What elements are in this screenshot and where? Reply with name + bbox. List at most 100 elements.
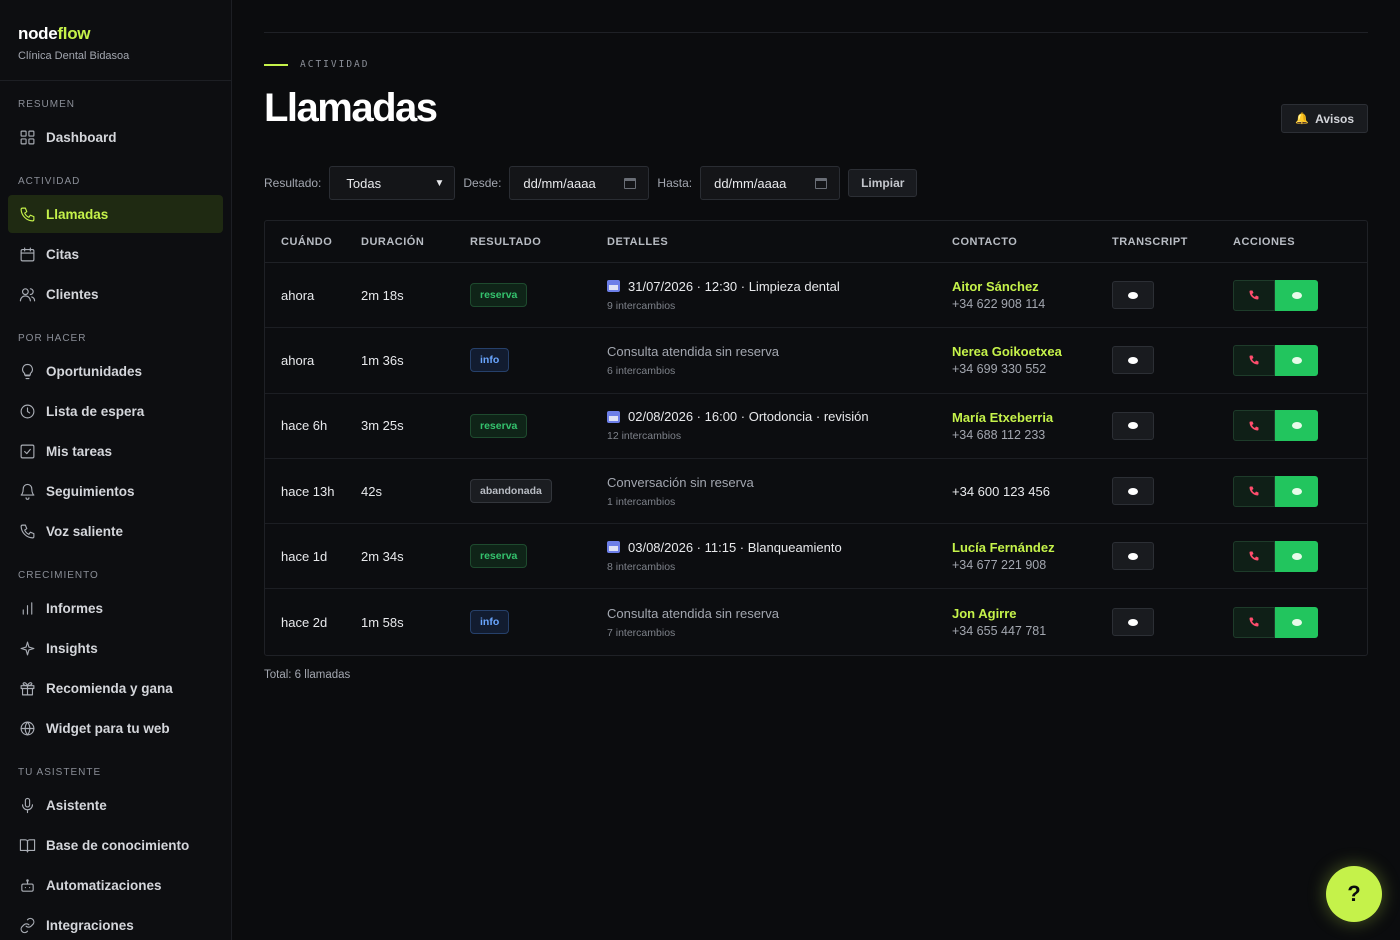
- calls-table: CUÁNDO DURACIÓN RESULTADO DETALLES CONTA…: [264, 220, 1368, 656]
- table-row[interactable]: hace 1d 2m 34s reserva 03/08/2026 · 11:1…: [265, 524, 1367, 590]
- nav-section-heading: ACTIVIDAD: [18, 176, 81, 187]
- transcript-button[interactable]: [1112, 608, 1154, 637]
- contact-name[interactable]: Nerea Goikoetxea: [952, 344, 1112, 359]
- whatsapp-button[interactable]: [1275, 606, 1318, 638]
- contact-phone: +34 600 123 456: [952, 483, 1050, 499]
- table-row[interactable]: hace 13h 42s abandonada Conversación sin…: [265, 459, 1367, 525]
- sidebar-item-label: Clientes: [46, 286, 99, 302]
- whatsapp-button[interactable]: [1275, 344, 1318, 376]
- transcript-button[interactable]: [1112, 542, 1154, 571]
- call-button[interactable]: [1233, 475, 1275, 507]
- sidebar-item-clientes[interactable]: Clientes: [8, 275, 223, 313]
- transcript-button[interactable]: [1112, 281, 1154, 310]
- calendar-icon: [18, 245, 36, 263]
- nav-section-heading: CRECIMIENTO: [18, 570, 99, 581]
- sidebar-item-insights[interactable]: Insights: [8, 629, 223, 667]
- brand-logo[interactable]: nodeflow: [18, 24, 213, 44]
- call-duration: 2m 34s: [361, 548, 404, 564]
- sidebar-item-label: Automatizaciones: [46, 877, 162, 893]
- bar-chart-icon: [18, 599, 36, 617]
- call-button[interactable]: [1233, 606, 1275, 638]
- resultado-label: Resultado:: [264, 176, 322, 190]
- call-button[interactable]: [1233, 410, 1275, 442]
- sidebar-item-oportunidades[interactable]: Oportunidades: [8, 352, 223, 390]
- result-badge: abandonada: [470, 479, 552, 504]
- result-badge: reserva: [470, 413, 528, 438]
- chat-bubble-icon: [1128, 291, 1138, 299]
- desde-date-input[interactable]: dd/mm/aaaa: [509, 166, 650, 200]
- avisos-button[interactable]: 🔔 Avisos: [1281, 104, 1368, 133]
- lightbulb-icon: [18, 362, 36, 380]
- desde-label: Desde:: [463, 176, 502, 190]
- sidebar-item-lista-de-espera[interactable]: Lista de espera: [8, 392, 223, 430]
- call-detail-text: 31/07/2026 · 12:30 · Limpieza dental: [628, 278, 840, 294]
- contact-name[interactable]: María Etxeberria: [952, 410, 1112, 425]
- transcript-button[interactable]: [1112, 346, 1154, 375]
- sidebar-item-recomienda-y-gana[interactable]: Recomienda y gana: [8, 669, 223, 707]
- call-duration: 1m 58s: [361, 614, 404, 630]
- table-row[interactable]: hace 6h 3m 25s reserva 02/08/2026 · 16:0…: [265, 394, 1367, 459]
- row-actions: [1233, 540, 1351, 572]
- whatsapp-button[interactable]: [1275, 279, 1318, 311]
- phone-icon: [1249, 421, 1259, 431]
- sidebar-item-llamadas[interactable]: Llamadas: [8, 195, 223, 233]
- call-when: ahora: [281, 352, 315, 368]
- chat-bubble-icon: [1128, 356, 1138, 364]
- chat-bubble-icon: [1291, 291, 1302, 299]
- sidebar-item-widget-para-tu-web[interactable]: Widget para tu web: [8, 709, 223, 747]
- column-header-actions: ACCIONES: [1233, 235, 1296, 248]
- calendar-icon: [607, 541, 620, 554]
- sidebar-item-integraciones[interactable]: Integraciones: [8, 906, 223, 940]
- call-when: hace 2d: [281, 614, 328, 630]
- hasta-placeholder: dd/mm/aaaa: [714, 175, 787, 191]
- sidebar-item-citas[interactable]: Citas: [8, 235, 223, 273]
- resultado-select[interactable]: Todas ▼: [329, 166, 456, 200]
- hasta-date-input[interactable]: dd/mm/aaaa: [700, 166, 841, 200]
- globe-icon: [18, 719, 36, 737]
- users-icon: [18, 285, 36, 303]
- sidebar-item-dashboard[interactable]: Dashboard: [8, 118, 223, 156]
- table-row[interactable]: hace 2d 1m 58s info Consulta atendida si…: [265, 589, 1367, 654]
- exchanges-count: 1 intercambios: [607, 495, 676, 508]
- contact-name[interactable]: Lucía Fernández: [952, 540, 1112, 555]
- sidebar-item-base-de-conocimiento[interactable]: Base de conocimiento: [8, 826, 223, 864]
- sidebar-item-voz-saliente[interactable]: Voz saliente: [8, 512, 223, 550]
- sidebar-item-label: Lista de espera: [46, 403, 145, 419]
- call-button[interactable]: [1233, 279, 1275, 311]
- sidebar-item-label: Recomienda y gana: [46, 680, 173, 696]
- whatsapp-button[interactable]: [1275, 540, 1318, 572]
- chat-bubble-icon: [1291, 356, 1302, 364]
- sidebar-item-informes[interactable]: Informes: [8, 589, 223, 627]
- sidebar-item-label: Base de conocimiento: [46, 837, 190, 853]
- call-detail-text: Consulta atendida sin reserva: [607, 343, 779, 359]
- calendar-icon[interactable]: [624, 177, 637, 189]
- clear-filters-button[interactable]: Limpiar: [848, 169, 918, 197]
- whatsapp-button[interactable]: [1275, 475, 1318, 507]
- exchanges-count: 7 intercambios: [607, 626, 676, 639]
- exchanges-count: 6 intercambios: [607, 364, 676, 377]
- transcript-button[interactable]: [1112, 411, 1154, 440]
- exchanges-count: 12 intercambios: [607, 430, 682, 443]
- call-button[interactable]: [1233, 540, 1275, 572]
- table-row[interactable]: ahora 2m 18s reserva 31/07/2026 · 12:30 …: [265, 263, 1367, 329]
- call-button[interactable]: [1233, 344, 1275, 376]
- sidebar-item-automatizaciones[interactable]: Automatizaciones: [8, 866, 223, 904]
- help-button[interactable]: ?: [1326, 866, 1382, 922]
- table-row[interactable]: ahora 1m 36s info Consulta atendida sin …: [265, 328, 1367, 394]
- contact-name[interactable]: Aitor Sánchez: [952, 279, 1112, 294]
- sidebar-item-mis-tareas[interactable]: Mis tareas: [8, 432, 223, 470]
- sidebar-item-seguimientos[interactable]: Seguimientos: [8, 472, 223, 510]
- contact-name[interactable]: Jon Agirre: [952, 606, 1112, 621]
- sidebar-item-label: Seguimientos: [46, 483, 135, 499]
- sidebar-item-label: Integraciones: [46, 917, 134, 933]
- call-when: hace 13h: [281, 483, 335, 499]
- calendar-icon[interactable]: [815, 177, 828, 189]
- chat-bubble-icon: [1291, 487, 1302, 495]
- calendar-icon: [607, 280, 620, 293]
- sidebar-item-label: Oportunidades: [46, 363, 143, 379]
- call-when: ahora: [281, 287, 315, 303]
- sidebar-item-asistente[interactable]: Asistente: [8, 786, 223, 824]
- call-duration: 42s: [361, 483, 382, 499]
- whatsapp-button[interactable]: [1275, 410, 1318, 442]
- transcript-button[interactable]: [1112, 477, 1154, 506]
